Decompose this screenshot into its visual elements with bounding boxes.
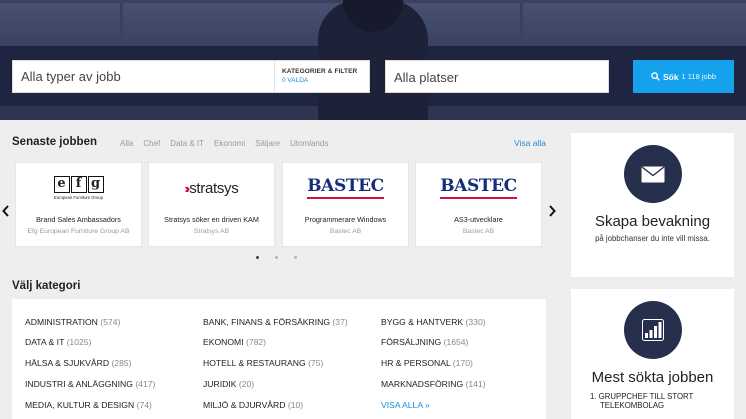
chevron-left-icon <box>2 205 9 217</box>
job-card[interactable]: BASTEC Programmerare Windows Bastec AB <box>282 162 409 247</box>
job-card-title: Programmerare Windows <box>304 215 387 224</box>
job-card[interactable]: BASTEC AS3-utvecklare Bastec AB <box>415 162 542 247</box>
filter-tab-ekonomi[interactable]: Ekonomi <box>214 139 245 148</box>
category-link[interactable]: BYGG & HANTVERK (330) <box>381 317 486 327</box>
mail-icon <box>641 165 664 182</box>
search-button-count: 1 118 jobb <box>681 72 717 81</box>
bar-chart-icon <box>641 319 664 341</box>
company-logo-bastec: BASTEC <box>416 163 541 213</box>
job-card-company: Stratsys AB <box>193 228 230 235</box>
latest-jobs-header: Senaste jobben Alla Chef Data & IT Ekono… <box>12 136 546 150</box>
carousel-dot[interactable] <box>294 256 297 259</box>
category-link[interactable]: BANK, FINANS & FÖRSÄKRING (37) <box>203 317 348 327</box>
job-card-company: Efg European Furniture Group AB <box>27 228 130 235</box>
carousel-dot[interactable] <box>256 256 259 259</box>
category-link[interactable]: EKONOMI (782) <box>203 337 266 347</box>
job-card-title: Brand Sales Ambassadors <box>36 215 121 224</box>
hero-beam <box>520 0 523 46</box>
job-card-company: Bastec AB <box>462 228 495 235</box>
category-section-title: Välj kategori <box>12 280 81 292</box>
job-card[interactable]: efg European Furniture Group Brand Sales… <box>15 162 142 247</box>
latest-jobs-filters: Alla Chef Data & IT Ekonomi Säljare Utom… <box>120 139 328 148</box>
filter-tab-saljare[interactable]: Säljare <box>255 139 280 148</box>
most-searched-item-cont[interactable]: TELEKOMBOLAG <box>590 401 734 410</box>
category-link[interactable]: INDUSTRI & ANLÄGGNING (417) <box>25 379 155 389</box>
company-logo-bastec: BASTEC <box>283 163 408 213</box>
job-search-placeholder: Alla typer av jobb <box>21 69 121 84</box>
search-button-label: Sök <box>662 71 679 82</box>
most-searched-item[interactable]: 1. GRUPPCHEF TILL STORT <box>590 392 734 401</box>
carousel-prev-arrow[interactable] <box>2 204 10 220</box>
filter-tab-chef[interactable]: Chef <box>143 139 160 148</box>
filter-tab-utomlands[interactable]: Utomlands <box>290 139 328 148</box>
logo-subtitle: European Furniture Group <box>54 195 103 200</box>
category-link[interactable]: DATA & IT (1025) <box>25 337 91 347</box>
category-panel: ADMINISTRATION (574) BANK, FINANS & FÖRS… <box>12 299 546 419</box>
most-searched-title: Mest sökta jobben <box>591 369 714 386</box>
filter-tab-data-it[interactable]: Data & IT <box>170 139 204 148</box>
filter-tab-all[interactable]: Alla <box>120 139 133 148</box>
most-searched-list: 1. GRUPPCHEF TILL STORT TELEKOMBOLAG <box>571 392 734 410</box>
mail-icon-circle <box>623 145 682 203</box>
category-filter-label: KATEGORIER & FILTER <box>282 68 358 75</box>
hero-beam <box>120 0 123 46</box>
logo-text: BASTEC <box>440 177 517 199</box>
category-link[interactable]: HOTELL & RESTAURANG (75) <box>203 358 323 368</box>
category-filter-count: 0 VALDA <box>282 77 309 84</box>
job-alert-text: på jobbchanser du inte vill missa. <box>595 234 710 243</box>
most-searched-panel: Mest sökta jobben 1. GRUPPCHEF TILL STOR… <box>571 289 734 419</box>
job-card-company: Bastec AB <box>329 228 362 235</box>
category-link[interactable]: FÖRSÄLJNING (1654) <box>381 337 468 347</box>
job-search-input[interactable]: Alla typer av jobb KATEGORIER & FILTER 0… <box>12 60 370 93</box>
company-logo-efg: efg European Furniture Group <box>53 176 104 200</box>
job-card-title: AS3-utvecklare <box>454 215 503 224</box>
search-icon <box>651 72 660 81</box>
category-link[interactable]: MARKNADSFÖRING (141) <box>381 379 486 389</box>
carousel-next-arrow[interactable] <box>548 204 556 220</box>
logo-text: BASTEC <box>307 177 384 199</box>
category-link[interactable]: HÄLSA & SJUKVÅRD (285) <box>25 358 132 368</box>
chart-icon-circle <box>623 301 682 359</box>
job-alert-panel[interactable]: Skapa bevakning på jobbchanser du inte v… <box>571 133 734 277</box>
view-all-categories-link[interactable]: VISA ALLA » <box>381 400 430 410</box>
category-link[interactable]: JURIDIK (20) <box>203 379 254 389</box>
category-link[interactable]: ADMINISTRATION (574) <box>25 317 120 327</box>
category-filter-button[interactable]: KATEGORIER & FILTER 0 VALDA <box>274 61 369 92</box>
category-link[interactable]: MEDIA, KULTUR & DESIGN (74) <box>25 400 152 410</box>
search-button[interactable]: Sök 1 118 jobb <box>633 60 734 93</box>
carousel-dot[interactable] <box>275 256 278 259</box>
category-link[interactable]: MILJÖ & DJURVÅRD (10) <box>203 400 303 410</box>
job-alert-title: Skapa bevakning <box>594 213 711 230</box>
category-link[interactable]: HR & PERSONAL (170) <box>381 358 473 368</box>
company-logo-stratsys: ›› stratsys <box>184 179 239 197</box>
chevron-right-icon <box>549 205 556 217</box>
location-search-input[interactable]: Alla platser <box>385 60 609 93</box>
job-card-title: Stratsys söker en driven KAM <box>164 215 259 224</box>
logo-text: stratsys <box>189 179 239 197</box>
latest-jobs-title: Senaste jobben <box>12 136 97 148</box>
view-all-jobs-link[interactable]: Visa alla <box>514 138 546 148</box>
job-card[interactable]: ›› stratsys Stratsys söker en driven KAM … <box>148 162 275 247</box>
carousel-pagination <box>256 256 297 259</box>
